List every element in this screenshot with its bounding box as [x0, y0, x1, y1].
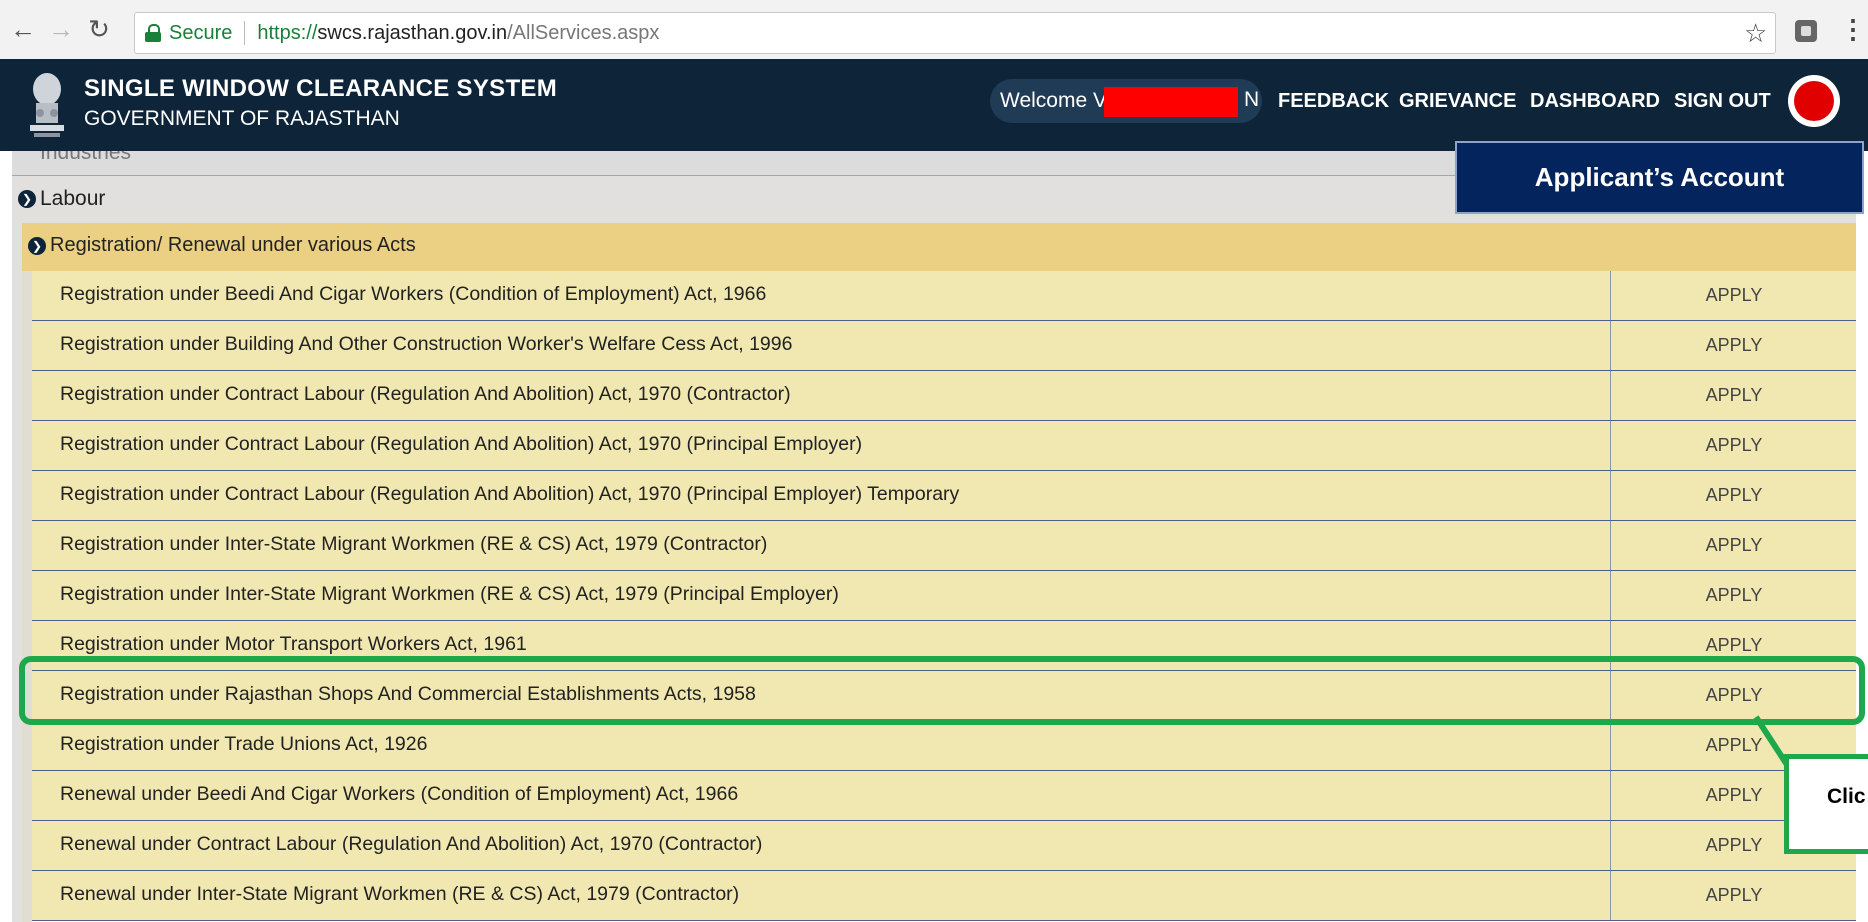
service-row: Registration under Inter-State Migrant W…: [32, 571, 1856, 621]
service-row: Registration under Building And Other Co…: [32, 321, 1856, 371]
service-name: Registration under Inter-State Migrant W…: [60, 583, 839, 605]
welcome-text: Welcome V: [1000, 89, 1107, 112]
url-host: swcs.rajasthan.gov.in: [317, 21, 508, 44]
bookmark-star-icon[interactable]: ☆: [1744, 18, 1767, 49]
apply-link[interactable]: APPLY: [1610, 871, 1857, 920]
address-separator: [244, 21, 246, 45]
apply-link[interactable]: APPLY: [1610, 421, 1857, 470]
highlight-box: [19, 656, 1865, 725]
tree-item-label: Industries: [40, 151, 132, 164]
state-emblem-icon: [30, 73, 64, 137]
chevron-right-icon: ❯: [18, 190, 36, 208]
secure-label: Secure: [169, 21, 233, 44]
apply-link[interactable]: APPLY: [1610, 321, 1857, 370]
apply-link[interactable]: APPLY: [1610, 471, 1857, 520]
service-name: Registration under Contract Labour (Regu…: [60, 483, 960, 505]
back-arrow-icon[interactable]: ←: [8, 14, 38, 44]
service-name: Registration under Contract Labour (Regu…: [60, 383, 791, 405]
url-scheme: https://: [257, 21, 318, 44]
service-name: Registration under Contract Labour (Regu…: [60, 433, 863, 455]
service-row: Renewal under Beedi And Cigar Workers (C…: [32, 771, 1856, 821]
browser-menu-icon[interactable]: ⋮: [1840, 14, 1866, 45]
service-name: Registration under Motor Transport Worke…: [60, 633, 527, 655]
service-row: Registration under Beedi And Cigar Worke…: [32, 271, 1856, 321]
nav-feedback[interactable]: FEEDBACK: [1278, 90, 1389, 113]
avatar[interactable]: [1788, 75, 1840, 127]
forward-arrow-icon[interactable]: →: [46, 14, 76, 44]
apply-link[interactable]: APPLY: [1610, 271, 1857, 320]
tree-item-label: Labour: [40, 187, 106, 210]
service-name: Renewal under Inter-State Migrant Workme…: [60, 883, 740, 905]
site-title: SINGLE WINDOW CLEARANCE SYSTEM: [84, 75, 558, 102]
services-list: Industries ❯ Labour ❯ Registration/ Rene…: [0, 151, 1868, 922]
nav-dashboard[interactable]: DASHBOARD: [1530, 90, 1660, 113]
service-name: Registration under Inter-State Migrant W…: [60, 533, 768, 555]
service-name: Registration under Trade Unions Act, 192…: [60, 733, 428, 755]
service-name: Registration under Building And Other Co…: [60, 333, 793, 355]
extension-icon[interactable]: [1795, 20, 1817, 42]
tree-indent: [22, 271, 32, 922]
site-header: SINGLE WINDOW CLEARANCE SYSTEM GOVERNMEN…: [0, 59, 1868, 151]
service-name: Registration under Beedi And Cigar Worke…: [60, 283, 767, 305]
service-row: Registration under Contract Labour (Regu…: [32, 471, 1856, 521]
welcome-suffix: N: [1244, 88, 1260, 111]
reload-icon[interactable]: ↻: [84, 14, 114, 44]
apply-link[interactable]: APPLY: [1610, 371, 1857, 420]
service-name: Renewal under Contract Labour (Regulatio…: [60, 833, 763, 855]
service-row: Registration under Inter-State Migrant W…: [32, 521, 1856, 571]
tree-section-registration[interactable]: ❯ Registration/ Renewal under various Ac…: [22, 223, 1856, 272]
service-name: Renewal under Beedi And Cigar Workers (C…: [60, 783, 739, 805]
nav-sign-out[interactable]: SIGN OUT: [1674, 90, 1771, 113]
lock-icon: [145, 24, 161, 42]
tree-section-label: Registration/ Renewal under various Acts: [50, 234, 416, 256]
tree-indent: [12, 223, 22, 922]
redacted-username: [1104, 87, 1238, 117]
callout-box: Clic: [1784, 754, 1868, 854]
site-subtitle: GOVERNMENT OF RAJASTHAN: [84, 107, 400, 130]
service-row: Registration under Trade Unions Act, 192…: [32, 721, 1856, 771]
url-path: /AllServices.aspx: [507, 21, 660, 44]
service-row: Renewal under Contract Labour (Regulatio…: [32, 821, 1856, 871]
apply-link[interactable]: APPLY: [1610, 521, 1857, 570]
service-row: Registration under Contract Labour (Regu…: [32, 421, 1856, 471]
apply-link[interactable]: APPLY: [1610, 571, 1857, 620]
service-row: Registration under Contract Labour (Regu…: [32, 371, 1856, 421]
welcome-badge[interactable]: Welcome V N: [990, 79, 1262, 123]
chevron-down-icon: ❯: [28, 237, 46, 255]
callout-text: Clic: [1827, 785, 1866, 808]
applicants-account-label: Applicant’s Account: [1455, 141, 1864, 214]
service-row: Renewal under Inter-State Migrant Workme…: [32, 871, 1856, 921]
address-bar[interactable]: Secure https:// swcs.rajasthan.gov.in /A…: [134, 12, 1776, 54]
nav-grievance[interactable]: GRIEVANCE: [1399, 90, 1516, 113]
service-table: Registration under Beedi And Cigar Worke…: [32, 271, 1856, 921]
